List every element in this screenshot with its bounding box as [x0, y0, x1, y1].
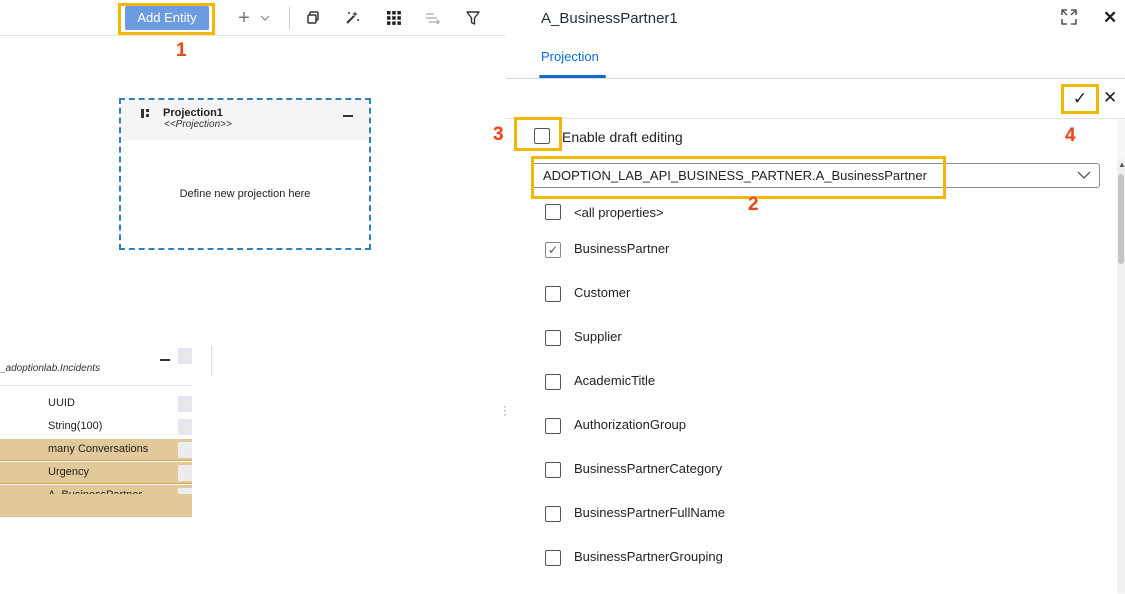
property-label: <all properties>: [574, 205, 664, 220]
canvas-toolbar: Add Entity +: [0, 0, 506, 36]
route-icon[interactable]: [424, 6, 442, 30]
step-marker-4: 4: [1065, 125, 1076, 146]
step-marker-1: 1: [176, 40, 187, 61]
property-label: BusinessPartnerCategory: [574, 461, 723, 476]
add-entity-button[interactable]: Add Entity: [125, 6, 209, 30]
chevron-down-icon[interactable]: [1077, 168, 1091, 182]
property-item[interactable]: ✓ BusinessPartner: [506, 241, 1106, 286]
entity-row-label: UUID: [48, 397, 75, 409]
projection-icon: [141, 109, 149, 118]
incidents-entity-node[interactable]: _adoptionlab.Incidents UUID String(100) …: [0, 346, 212, 522]
close-icon[interactable]: ✕: [1103, 8, 1117, 28]
copy-icon[interactable]: [304, 6, 322, 30]
scrollbar-thumb[interactable]: [1118, 174, 1124, 264]
property-checkbox[interactable]: [545, 462, 561, 478]
entity-gutter: [178, 348, 192, 364]
property-checkbox[interactable]: [545, 506, 561, 522]
property-label: Supplier: [574, 329, 622, 344]
filter-icon[interactable]: [464, 6, 482, 30]
property-label: BusinessPartner: [574, 241, 670, 256]
entity-node-title: _adoptionlab.Incidents: [0, 363, 101, 374]
property-label: BusinessPartnerFullName: [574, 505, 726, 520]
step-marker-3: 3: [493, 124, 504, 145]
properties-panel: A_BusinessPartner1 ✕ Projection ✓ ✕ Enab…: [506, 0, 1125, 594]
property-item[interactable]: AcademicTitle: [506, 373, 1106, 418]
entity-row[interactable]: UUID: [0, 393, 192, 415]
draft-editing-label: Enable draft editing: [562, 129, 683, 145]
projection-node-placeholder: Define new projection here: [179, 188, 311, 200]
property-item[interactable]: Customer: [506, 285, 1106, 330]
projection-node-title: Projection1: [163, 107, 223, 119]
source-entity-select[interactable]: ADOPTION_LAB_API_BUSINESS_PARTNER.A_Busi…: [532, 163, 1100, 188]
toolbar-separator: [289, 7, 290, 29]
entity-row-label: many Conversations: [48, 443, 149, 455]
property-checkbox[interactable]: [545, 374, 561, 390]
property-item[interactable]: AuthorizationGroup: [506, 417, 1106, 462]
property-checkbox[interactable]: [545, 550, 561, 566]
property-item[interactable]: BusinessPartnerCategory: [506, 461, 1106, 506]
entity-row-label: Urgency: [48, 466, 89, 478]
chevron-down-icon[interactable]: [258, 6, 272, 30]
property-item[interactable]: Supplier: [506, 329, 1106, 374]
property-label: AcademicTitle: [574, 373, 656, 388]
app-root: Add Entity + Projection1 <<Projection>> …: [0, 0, 1125, 594]
entity-row[interactable]: String(100): [0, 416, 192, 438]
step-marker-2: 2: [748, 194, 759, 215]
projection-node-stereotype: <<Projection>>: [164, 119, 232, 130]
entity-row-label: String(100): [48, 420, 103, 432]
property-label: BusinessPartnerGrouping: [574, 549, 723, 564]
tab-projection[interactable]: Projection: [541, 49, 599, 64]
grid-icon[interactable]: [385, 6, 403, 30]
entity-row-association[interactable]: Urgency: [0, 462, 192, 484]
property-checkbox[interactable]: [545, 330, 561, 346]
property-checkbox-checked[interactable]: ✓: [545, 242, 561, 258]
projection-node-header: Projection1 <<Projection>>: [121, 100, 369, 140]
form-action-bar: ✓ ✕: [506, 79, 1125, 119]
collapse-icon[interactable]: [160, 359, 170, 361]
projection-node[interactable]: Projection1 <<Projection>> Define new pr…: [119, 98, 371, 250]
diagram-canvas[interactable]: Add Entity + Projection1 <<Projection>> …: [0, 0, 506, 594]
cancel-button[interactable]: ✕: [1103, 88, 1117, 108]
fullscreen-icon[interactable]: [1061, 9, 1077, 25]
draft-editing-checkbox[interactable]: [534, 128, 550, 144]
magic-wand-icon[interactable]: [343, 6, 361, 30]
property-checkbox[interactable]: [545, 286, 561, 302]
entity-row-filler: [0, 494, 192, 517]
property-item[interactable]: BusinessPartnerGrouping: [506, 549, 1106, 594]
property-item[interactable]: BusinessPartnerFullName: [506, 505, 1106, 550]
scroll-up-icon[interactable]: ▲: [1118, 160, 1125, 169]
entity-row-association[interactable]: many Conversations: [0, 439, 192, 461]
property-checkbox[interactable]: [545, 418, 561, 434]
entity-node-header: _adoptionlab.Incidents: [0, 346, 192, 386]
property-label: Customer: [574, 285, 631, 300]
property-checkbox[interactable]: [545, 204, 561, 220]
property-label: AuthorizationGroup: [574, 417, 687, 432]
panel-title: A_BusinessPartner1: [541, 10, 678, 27]
source-entity-value: ADOPTION_LAB_API_BUSINESS_PARTNER.A_Busi…: [543, 168, 927, 183]
confirm-button[interactable]: ✓: [1061, 84, 1099, 114]
entity-divider: [211, 346, 212, 376]
panel-content: ✓ ✕ Enable draft editing ADOPTION_LAB_AP…: [506, 79, 1125, 594]
collapse-icon[interactable]: [343, 115, 353, 117]
plus-icon[interactable]: +: [234, 6, 254, 30]
